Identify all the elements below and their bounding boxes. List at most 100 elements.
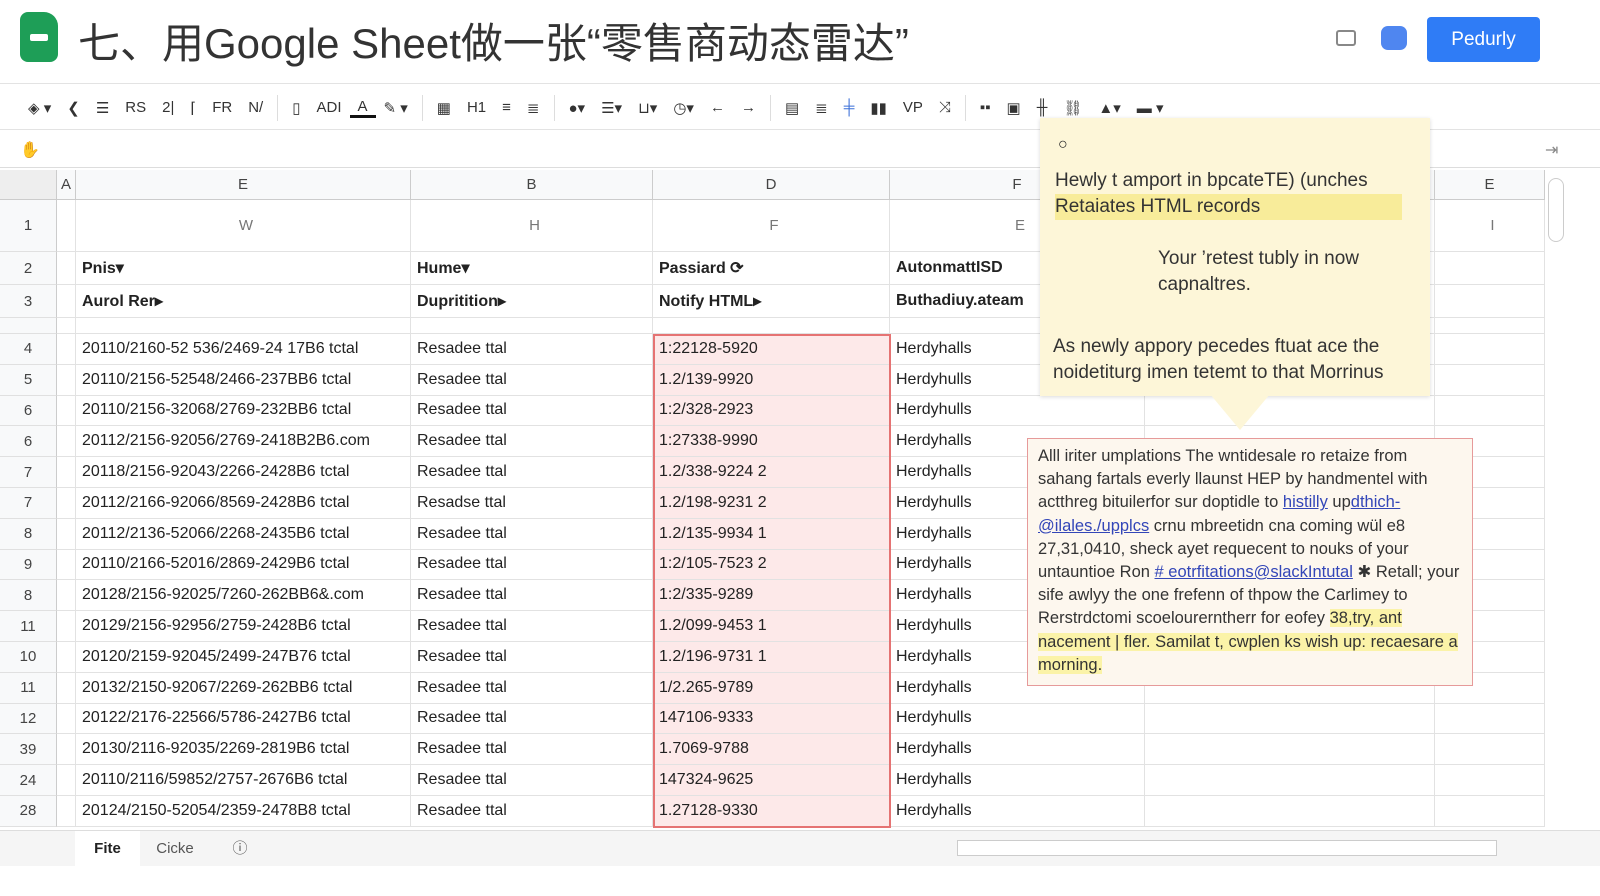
cell[interactable]: F — [653, 200, 890, 252]
fill-color-icon[interactable]: ✎ ▾ — [376, 99, 416, 117]
cell[interactable]: 20124/2150-52054/2359-2478B8 tctal — [76, 796, 411, 827]
cell[interactable] — [1435, 364, 1545, 396]
cell[interactable]: Resadee ttal — [411, 334, 653, 365]
cell[interactable]: 1/2.265-9789 — [653, 672, 890, 704]
toolbar-item[interactable]: FR — [204, 99, 240, 116]
freeze-icon[interactable]: ╪ — [836, 99, 863, 116]
cell[interactable]: Hume▾ — [411, 252, 653, 285]
cell[interactable]: Resadee ttal — [411, 765, 653, 796]
arrow-left-icon[interactable]: ← — [702, 99, 733, 116]
cell[interactable] — [1435, 734, 1545, 766]
row-header[interactable]: 7 — [0, 457, 57, 488]
cell[interactable] — [1435, 765, 1545, 796]
insert-icon[interactable]: ╫ — [1029, 99, 1056, 116]
row-header[interactable]: 3 — [0, 285, 57, 318]
undo-icon[interactable]: ❮ — [59, 99, 88, 117]
cell[interactable]: 147106-9333 — [653, 703, 890, 735]
cell[interactable] — [57, 457, 76, 488]
cell[interactable] — [1145, 765, 1435, 796]
cell[interactable]: Herdyhalls — [890, 734, 1145, 766]
cell[interactable] — [57, 672, 76, 704]
cell[interactable]: 20129/2156-92956/2759-2428B6 tctal — [76, 611, 411, 642]
cell[interactable]: 20112/2136-52066/2268-2435B6 tctal — [76, 518, 411, 550]
cell[interactable]: 147324-9625 — [653, 765, 890, 796]
row-header[interactable]: 10 — [0, 642, 57, 673]
cell[interactable] — [57, 488, 76, 519]
cell[interactable] — [1435, 703, 1545, 735]
filter-icon[interactable]: ☰ — [88, 99, 117, 117]
list-icon[interactable]: ≣ — [807, 99, 836, 117]
column-header[interactable]: B — [411, 170, 653, 200]
function-icon[interactable]: ⊔▾ — [630, 99, 665, 117]
row-header[interactable]: 8 — [0, 518, 57, 550]
wrap-icon[interactable]: ≣ — [519, 99, 548, 117]
cell[interactable] — [1145, 796, 1435, 827]
cell[interactable] — [1435, 318, 1545, 334]
cell[interactable]: H — [411, 200, 653, 252]
cell[interactable]: Resadee ttal — [411, 395, 653, 427]
toolbar-item[interactable]: 2| — [154, 99, 182, 116]
cell[interactable]: Resadee ttal — [411, 426, 653, 458]
cell[interactable]: 1.2/196-9731 1 — [653, 642, 890, 673]
cell[interactable] — [57, 200, 76, 252]
cell[interactable]: Herdyhalls — [890, 796, 1145, 827]
toolbar-item[interactable]: H1 — [459, 99, 494, 116]
document-title[interactable]: 七、用Google Sheet做一张“零售商动态雷达” — [78, 10, 909, 71]
row-header[interactable]: 39 — [0, 734, 57, 766]
row-header[interactable]: 12 — [0, 703, 57, 735]
share-button[interactable]: Pedurly — [1427, 17, 1540, 62]
image-icon[interactable]: ▣ — [999, 99, 1029, 117]
cell[interactable]: 20132/2150-92067/2269-262BB6 tctal — [76, 672, 411, 704]
row-header[interactable]: 11 — [0, 611, 57, 642]
cell[interactable] — [57, 734, 76, 766]
text-color-icon[interactable]: A — [349, 98, 376, 118]
row-header[interactable]: 11 — [0, 672, 57, 704]
cell[interactable] — [57, 285, 76, 318]
cell[interactable]: Resadee ttal — [411, 457, 653, 488]
cell[interactable]: W — [76, 200, 411, 252]
row-header[interactable]: 6 — [0, 395, 57, 427]
toolbar-item[interactable]: N/ — [240, 99, 271, 116]
link-icon[interactable]: ⛓ — [1055, 99, 1090, 117]
toolbar-item[interactable]: ADI — [308, 99, 349, 116]
row-header[interactable]: 8 — [0, 580, 57, 612]
cell[interactable]: 20112/2156-92056/2769-2418B2B6.com — [76, 426, 411, 458]
row-header[interactable]: 9 — [0, 549, 57, 581]
sheet-tab[interactable]: Fite — [75, 831, 140, 867]
cell[interactable]: 1.2/135-9934 1 — [653, 518, 890, 550]
vertical-scrollbar[interactable] — [1548, 178, 1564, 242]
cell[interactable]: Resadee ttal — [411, 611, 653, 642]
cell[interactable]: 20112/2166-92066/8569-2428B6 tctal — [76, 488, 411, 519]
cell[interactable] — [1145, 703, 1435, 735]
search-icon[interactable]: ○ — [1058, 136, 1068, 154]
cell[interactable]: 1.2/338-9224 2 — [653, 457, 890, 488]
comment-history-icon[interactable] — [1336, 30, 1356, 46]
more-icon[interactable]: ▬ ▾ — [1129, 99, 1172, 117]
row-header[interactable]: 28 — [0, 796, 57, 827]
cell[interactable]: Herdyhulls — [890, 703, 1145, 735]
cell[interactable] — [57, 549, 76, 581]
row-header[interactable] — [0, 318, 57, 334]
cell[interactable]: 20128/2156-92025/7260-262BB6&.com — [76, 580, 411, 612]
column-header[interactable]: E — [1435, 170, 1545, 200]
cell[interactable]: 1.27128-9330 — [653, 796, 890, 827]
cell[interactable] — [1435, 796, 1545, 827]
cell[interactable]: 1:22128-5920 — [653, 334, 890, 365]
cell[interactable]: 20122/2176-22566/5786-2427B6 tctal — [76, 703, 411, 735]
cell[interactable]: 1:27338-9990 — [653, 426, 890, 458]
column-header[interactable]: A — [57, 170, 76, 200]
cell[interactable]: 20110/2116/59852/2757-2676B6 tctal — [76, 765, 411, 796]
row-header[interactable]: 2 — [0, 252, 57, 285]
row-header[interactable]: 4 — [0, 334, 57, 365]
sheet-tab[interactable]: Cicke — [140, 831, 210, 867]
cell[interactable] — [57, 765, 76, 796]
cell[interactable]: Resadee ttal — [411, 703, 653, 735]
info-icon[interactable]: ⓘ — [225, 831, 255, 867]
cell[interactable] — [57, 364, 76, 396]
cell[interactable] — [76, 318, 411, 334]
cell[interactable]: Herdyhalls — [890, 765, 1145, 796]
timer-icon[interactable]: ◷▾ — [665, 99, 702, 117]
cell[interactable] — [653, 318, 890, 334]
cell[interactable] — [1435, 395, 1545, 427]
toolbar-item[interactable]: VP — [895, 99, 931, 116]
